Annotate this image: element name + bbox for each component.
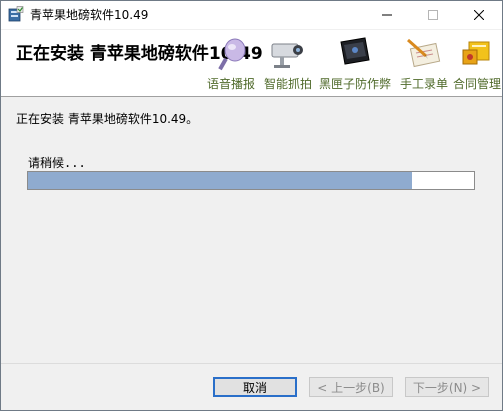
microphone-icon xyxy=(213,34,249,76)
feature-label: 黑匣子防作弊 xyxy=(318,77,391,91)
feature-label: 手工录单 xyxy=(399,77,448,91)
installer-app-icon xyxy=(8,6,24,22)
title-bar[interactable]: 青苹果地磅软件10.49 xyxy=(1,1,502,29)
install-progress-bar xyxy=(27,171,475,190)
please-wait-text: 请稍候... xyxy=(28,156,86,170)
install-status-text: 正在安装 青苹果地磅软件10.49。 xyxy=(16,112,199,126)
close-button[interactable] xyxy=(456,1,502,29)
cancel-button[interactable]: 取消 xyxy=(213,377,297,397)
feature-label: 语音播报 xyxy=(206,77,255,91)
minimize-button[interactable] xyxy=(364,1,410,29)
maximize-button[interactable] xyxy=(410,1,456,29)
maximize-icon xyxy=(428,10,438,20)
window-title: 青苹果地磅软件10.49 xyxy=(30,8,149,22)
black-box-icon xyxy=(335,34,375,76)
feature-label: 智能抓拍 xyxy=(263,77,312,91)
button-bar: 取消 < 上一步(B) 下一步(N) > xyxy=(1,363,502,411)
feature-manual-entry: 手工录单 xyxy=(397,34,451,94)
minimize-icon xyxy=(382,14,392,16)
back-button[interactable]: < 上一步(B) xyxy=(309,377,393,397)
install-progress-fill xyxy=(28,172,412,189)
close-icon xyxy=(474,10,484,20)
install-progress-panel: 正在安装 青苹果地磅软件10.49。 请稍候... xyxy=(1,97,502,361)
feature-smart-capture: 智能抓拍 xyxy=(261,34,315,94)
header-banner: 正在安装 青苹果地磅软件10.49 语音播报 智能抓拍 黑匣子防作弊 手工录单 … xyxy=(1,30,502,97)
feature-contract-management: 合同管理 xyxy=(450,34,502,94)
handwriting-icon xyxy=(404,34,444,76)
feature-voice-broadcast: 语音播报 xyxy=(204,34,258,94)
installer-window: 青苹果地磅软件10.49 正在安装 青苹果地磅软件10.49 语音播报 智能抓拍… xyxy=(0,0,503,411)
contract-icon xyxy=(459,34,495,76)
camera-icon xyxy=(268,34,308,76)
feature-black-box: 黑匣子防作弊 xyxy=(318,34,392,94)
feature-label: 合同管理 xyxy=(452,77,501,91)
next-button[interactable]: 下一步(N) > xyxy=(405,377,489,397)
